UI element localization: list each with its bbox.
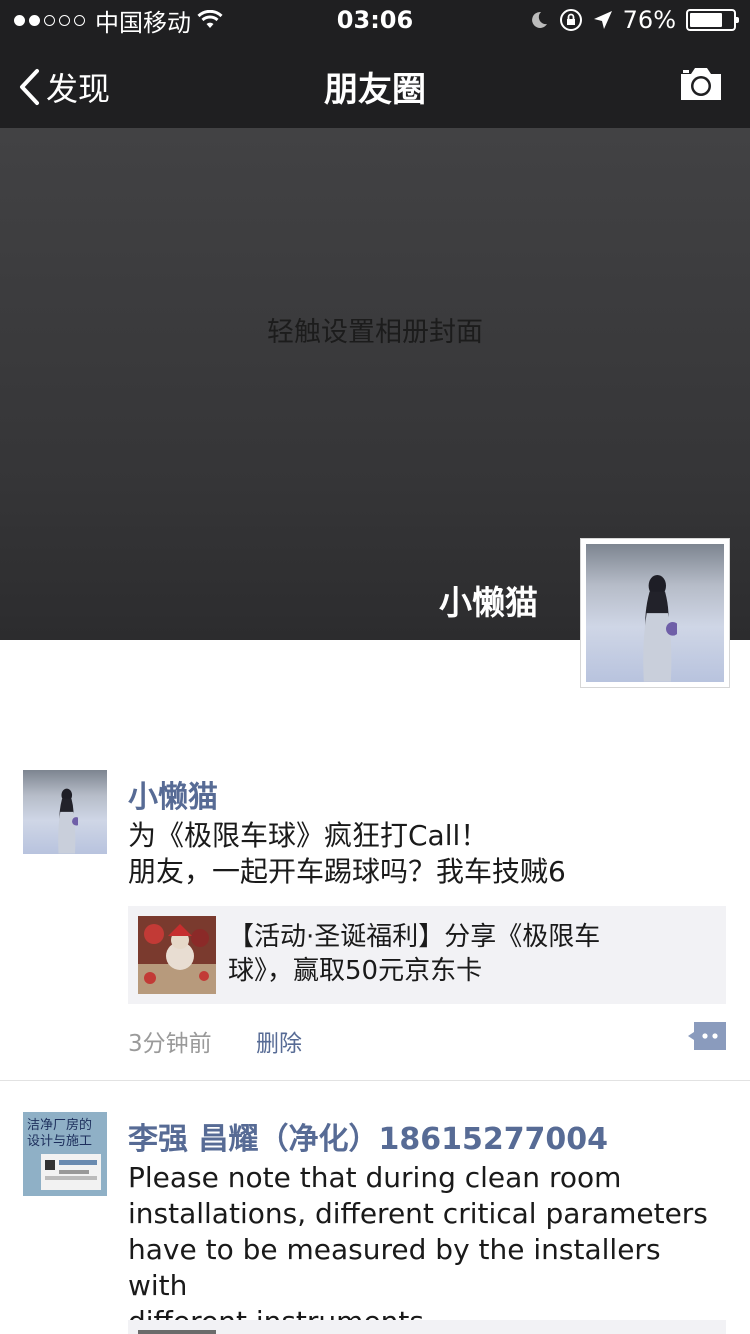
post-text-line: installations, different critical parame… (128, 1197, 708, 1230)
moon-icon (531, 11, 547, 28)
rotation-lock-icon (559, 9, 582, 31)
signal-strength-icon (14, 14, 85, 26)
post-author[interactable]: 小懒猫 (128, 772, 218, 816)
post-divider (0, 1080, 750, 1081)
avatar-caption: 洁净厂房的 (27, 1117, 92, 1133)
navigation-bar: 发现 朋友圈 (0, 40, 750, 128)
link-card[interactable]: 【活动·圣诞福利】分享《极限车 球》，赢取50元京东卡 (128, 906, 726, 1004)
location-arrow-icon (593, 11, 612, 29)
post-text: Please note that during clean room insta… (128, 1160, 718, 1334)
post-avatar[interactable]: 洁净厂房的 设计与施工 (23, 1112, 107, 1196)
carrier-name: 中国移动 (95, 8, 191, 37)
battery-icon (686, 9, 739, 31)
camera-icon (681, 68, 721, 100)
link-card[interactable] (128, 1320, 726, 1334)
moments-screen: 中国移动 03:06 76% 发现 朋友圈 轻触设置相册封面 小懒猫 小懒猫 为… (0, 0, 750, 1334)
post-author[interactable]: 李强 昌耀（净化）18615277004 (128, 1114, 608, 1158)
comment-icon (688, 1022, 726, 1050)
post-avatar[interactable] (23, 770, 107, 854)
comment-button[interactable] (688, 1022, 726, 1050)
link-title: 【活动·圣诞福利】分享《极限车 球》，赢取50元京东卡 (228, 920, 642, 988)
post-timestamp: 3分钟前 (128, 1031, 212, 1057)
page-title: 朋友圈 (324, 70, 426, 110)
post-text-line: Please note that during clean room (128, 1161, 622, 1194)
wifi-icon (197, 10, 223, 28)
battery-percent: 76% (622, 6, 676, 34)
avatar-caption: 设计与施工 (27, 1134, 92, 1149)
delete-button[interactable]: 删除 (256, 1024, 302, 1058)
post-text-line: 为《极限车球》疯狂打Call！ (128, 819, 489, 852)
link-thumbnail (138, 916, 216, 994)
post-text: 为《极限车球》疯狂打Call！ 朋友，一起开车踢球吗？我车技贼6 (128, 818, 710, 890)
cover-hint: 轻触设置相册封面 (267, 317, 483, 348)
post-text-line: have to be measured by the installers wi… (128, 1233, 661, 1302)
camera-button[interactable] (678, 66, 724, 106)
profile-name[interactable]: 小懒猫 (439, 576, 538, 624)
link-thumbnail (138, 1330, 216, 1334)
status-bar: 中国移动 03:06 76% (0, 0, 750, 40)
link-title-line: 【活动·圣诞福利】分享《极限车 (228, 922, 601, 952)
post-text-line: 朋友，一起开车踢球吗？我车技贼6 (128, 855, 566, 888)
link-title-line: 球》，赢取50元京东卡 (228, 956, 483, 986)
profile-avatar[interactable] (580, 538, 730, 688)
